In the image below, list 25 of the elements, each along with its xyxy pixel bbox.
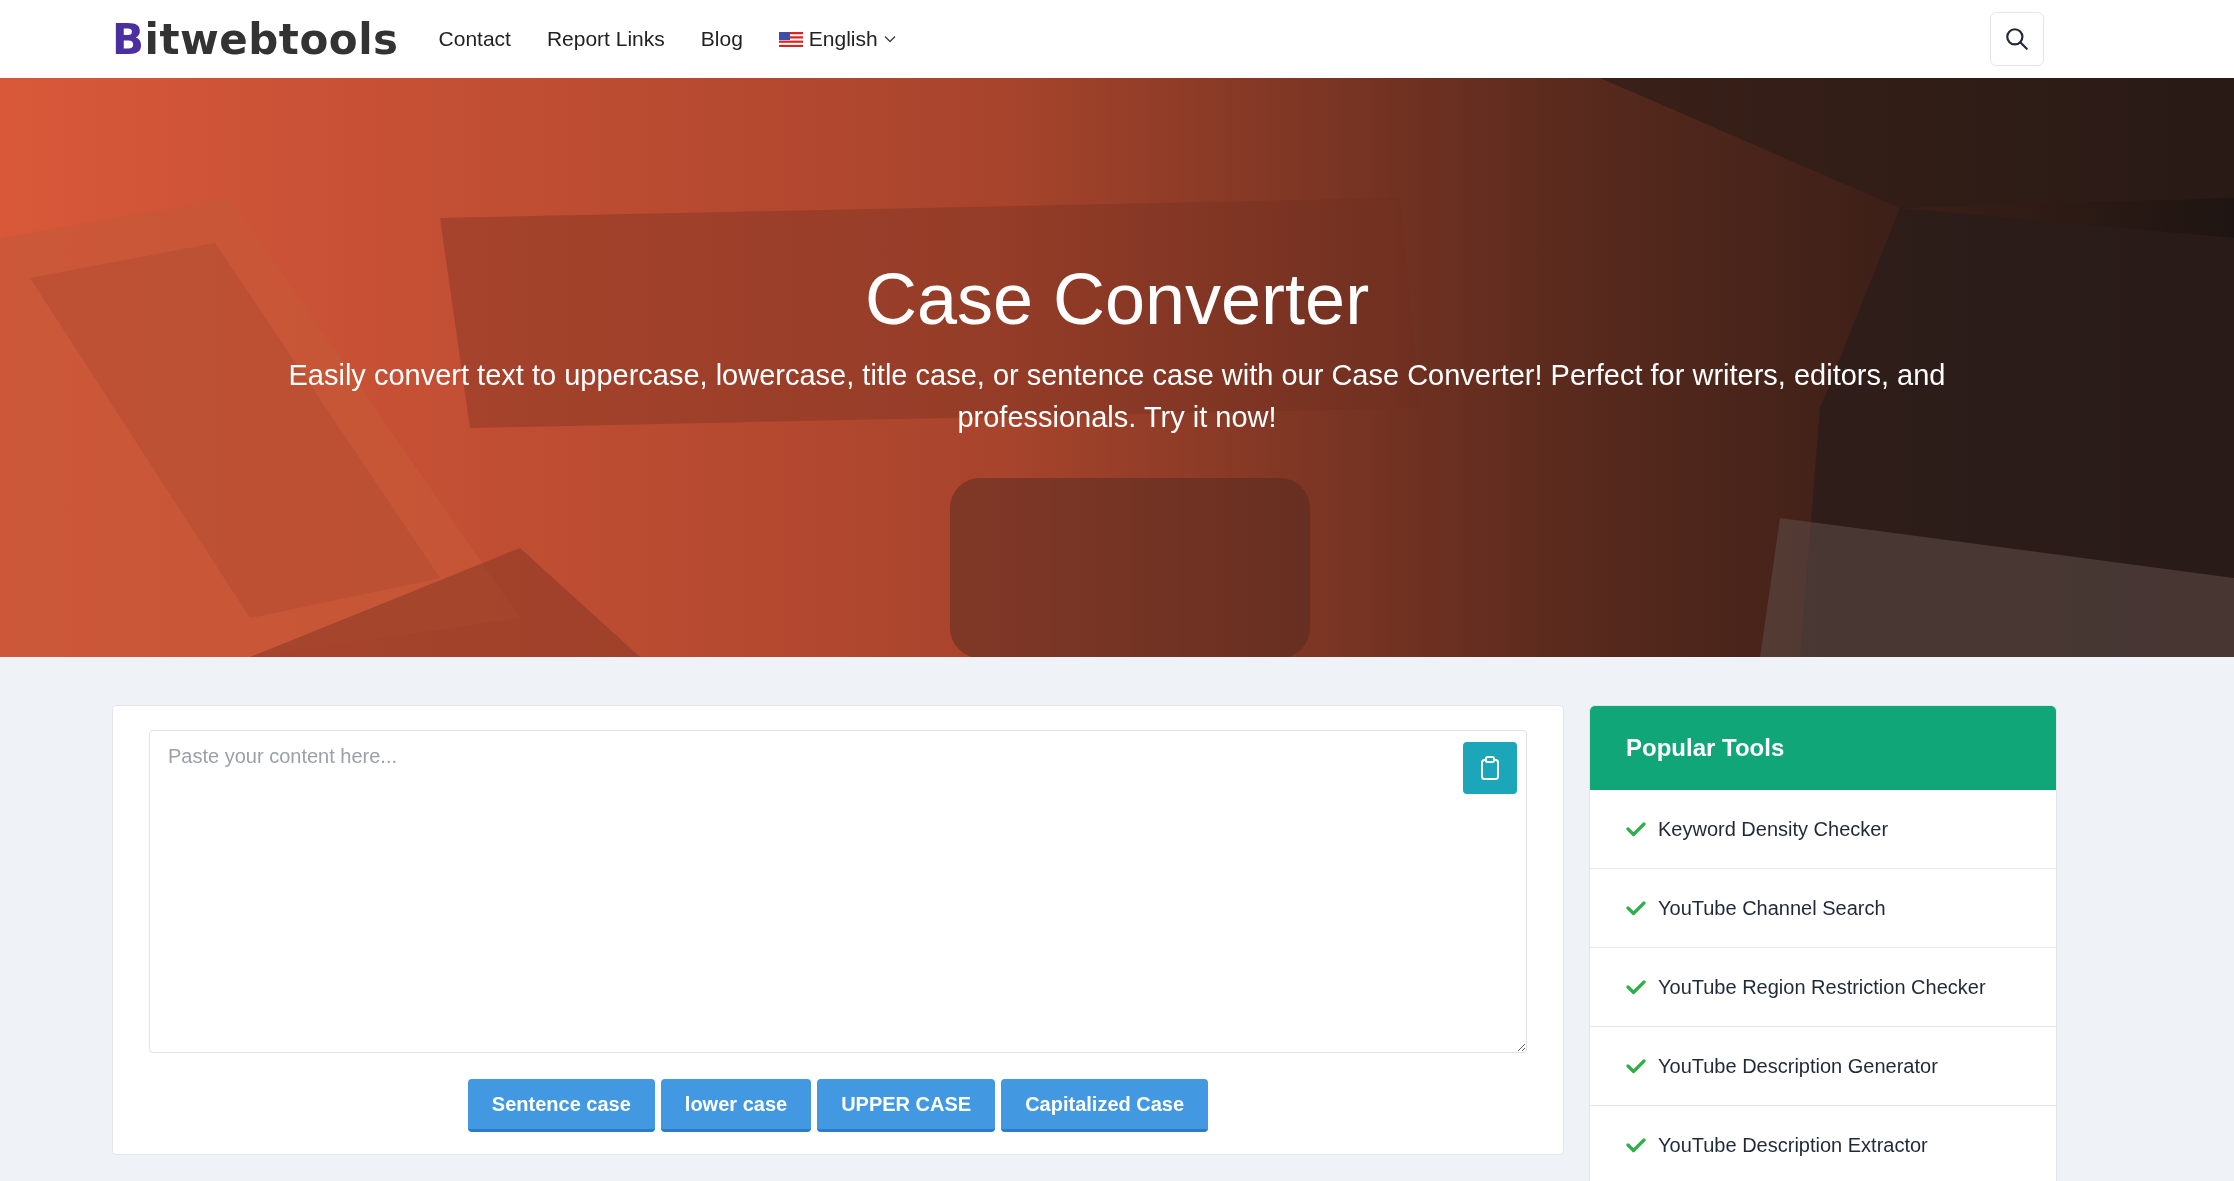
page-title: Case Converter xyxy=(863,257,1371,340)
flag-icon xyxy=(778,31,803,47)
panel-title: Popular Tools xyxy=(1626,734,1785,762)
check-icon xyxy=(1626,900,1646,916)
tool-link[interactable]: YouTube Region Restriction Checker xyxy=(1590,948,2056,1027)
nav-link[interactable]: Blog xyxy=(700,27,743,51)
text-input-field[interactable]: Paste your content here... xyxy=(149,730,1527,1053)
site-logo[interactable]: Bitwebtools xyxy=(112,14,399,64)
search-button[interactable] xyxy=(1990,12,2044,66)
language-selector[interactable]: English xyxy=(778,27,896,51)
tool-link[interactable]: YouTube Description Extractor xyxy=(1590,1106,2056,1181)
tool-link[interactable]: YouTube Description Generator xyxy=(1590,1027,2056,1106)
clipboard-icon xyxy=(1479,756,1501,780)
check-icon xyxy=(1626,979,1646,995)
chevron-down-icon xyxy=(883,35,896,43)
search-icon xyxy=(2004,26,2030,52)
paste-button[interactable] xyxy=(1463,742,1517,794)
tool-link[interactable]: Keyword Density Checker xyxy=(1590,790,2056,869)
tool-link[interactable]: YouTube Channel Search xyxy=(1590,869,2056,948)
page-description: Easily convert text to uppercase, lowercase, title case, or sentence case with our Case Converter! Perfect for writers, editors, and professionals. Try it now! xyxy=(287,357,1947,435)
check-icon xyxy=(1626,821,1646,837)
check-icon xyxy=(1626,1058,1646,1074)
nav-link[interactable]: Report Links xyxy=(546,27,665,51)
check-icon xyxy=(1626,1137,1646,1153)
nav-link[interactable]: Contact xyxy=(438,27,511,51)
